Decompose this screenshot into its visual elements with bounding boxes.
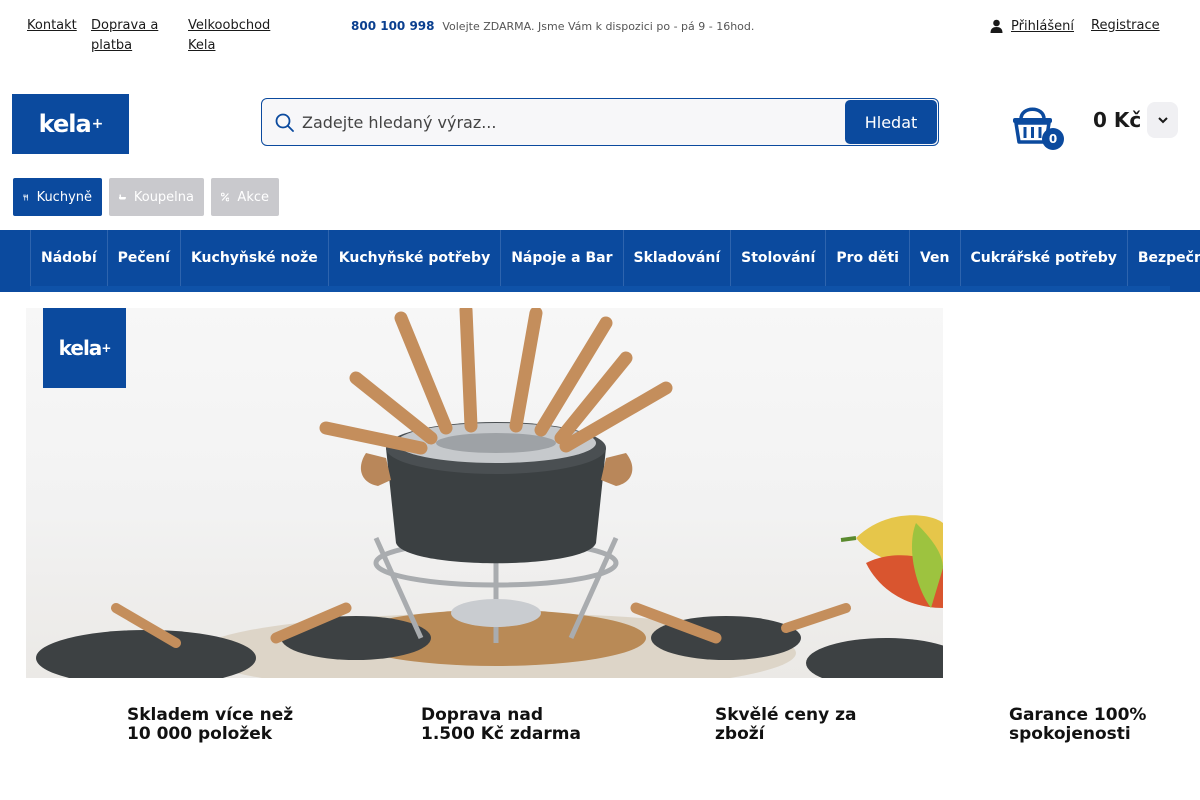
cart-total[interactable]: 0 Kč [1093, 107, 1141, 133]
benefit-satisfaction: Garance 100% spokojenosti [1009, 705, 1147, 744]
benefit-prices: Skvělé ceny za zboží [715, 705, 857, 744]
section-tab-akce[interactable]: Akce [211, 178, 279, 216]
benefit-shipping: Doprava nad 1.500 Kč zdarma [421, 705, 581, 744]
benefit-stock: Skladem více než 10 000 položek [127, 705, 294, 744]
chevron-down-icon [1157, 116, 1168, 123]
section-tab-label: Koupelna [133, 189, 194, 205]
cutlery-icon [23, 193, 28, 201]
login-link[interactable]: Přihlášení [990, 16, 1074, 36]
phone-number[interactable]: 800 100 998 [351, 19, 435, 33]
hero-banner[interactable]: kela + [26, 308, 943, 678]
category-ven[interactable]: Ven [908, 230, 960, 286]
top-bar: Kontakt Doprava a platba Velkoobchod Kel… [0, 0, 1200, 70]
category-kuchynske-noze[interactable]: Kuchyňské nože [179, 230, 328, 286]
login-label: Přihlášení [1011, 18, 1075, 34]
wholesale-link[interactable]: Velkoobchod Kela [188, 16, 288, 56]
logo-text: kela [38, 110, 92, 138]
shipping-payment-link[interactable]: Doprava a platba [91, 16, 171, 56]
category-peceni[interactable]: Pečení [106, 230, 180, 286]
kela-logo[interactable]: kela + [12, 94, 129, 154]
search-input[interactable] [302, 99, 842, 145]
search-bar: Hledat [261, 98, 939, 146]
section-tab-koupelna[interactable]: Koupelna [109, 178, 204, 216]
phone-note: Volejte ZDARMA. Jsme Vám k dispozici po … [442, 20, 755, 33]
category-stolovani[interactable]: Stolování [730, 230, 825, 286]
section-tab-kuchyne[interactable]: Kuchyně [13, 178, 102, 216]
section-tab-label: Akce [237, 189, 269, 205]
category-nadobi[interactable]: Nádobí [30, 230, 107, 286]
register-link[interactable]: Registrace [1091, 16, 1160, 36]
category-kuchynske-potreby[interactable]: Kuchyňské potřeby [327, 230, 500, 286]
banner-kela-logo: kela + [43, 308, 126, 388]
category-skladovani[interactable]: Skladování [622, 230, 731, 286]
banner-logo-text: kela [58, 336, 103, 360]
search-icon [275, 113, 294, 132]
category-bezpecnost[interactable]: Bezpečnost [1126, 230, 1200, 286]
section-tab-label: Kuchyně [36, 189, 92, 205]
bathtub-icon [119, 194, 126, 200]
category-pro-deti[interactable]: Pro děti [825, 230, 909, 286]
fondue-set-image [36, 308, 943, 678]
phone-info: 800 100 998 Volejte ZDARMA. Jsme Vám k d… [351, 18, 754, 35]
cart-dropdown-button[interactable] [1147, 102, 1178, 138]
category-nav: Nádobí Pečení Kuchyňské nože Kuchyňské p… [0, 230, 1200, 292]
search-button[interactable]: Hledat [845, 100, 937, 144]
cart-count-badge: 0 [1042, 128, 1064, 150]
nav-underline [30, 286, 1170, 292]
category-cukrarske-potreby[interactable]: Cukrářské potřeby [959, 230, 1127, 286]
contact-link[interactable]: Kontakt [27, 16, 77, 36]
percent-icon [221, 192, 230, 202]
category-napoje-a-bar[interactable]: Nápoje a Bar [500, 230, 622, 286]
user-icon [990, 19, 1003, 33]
